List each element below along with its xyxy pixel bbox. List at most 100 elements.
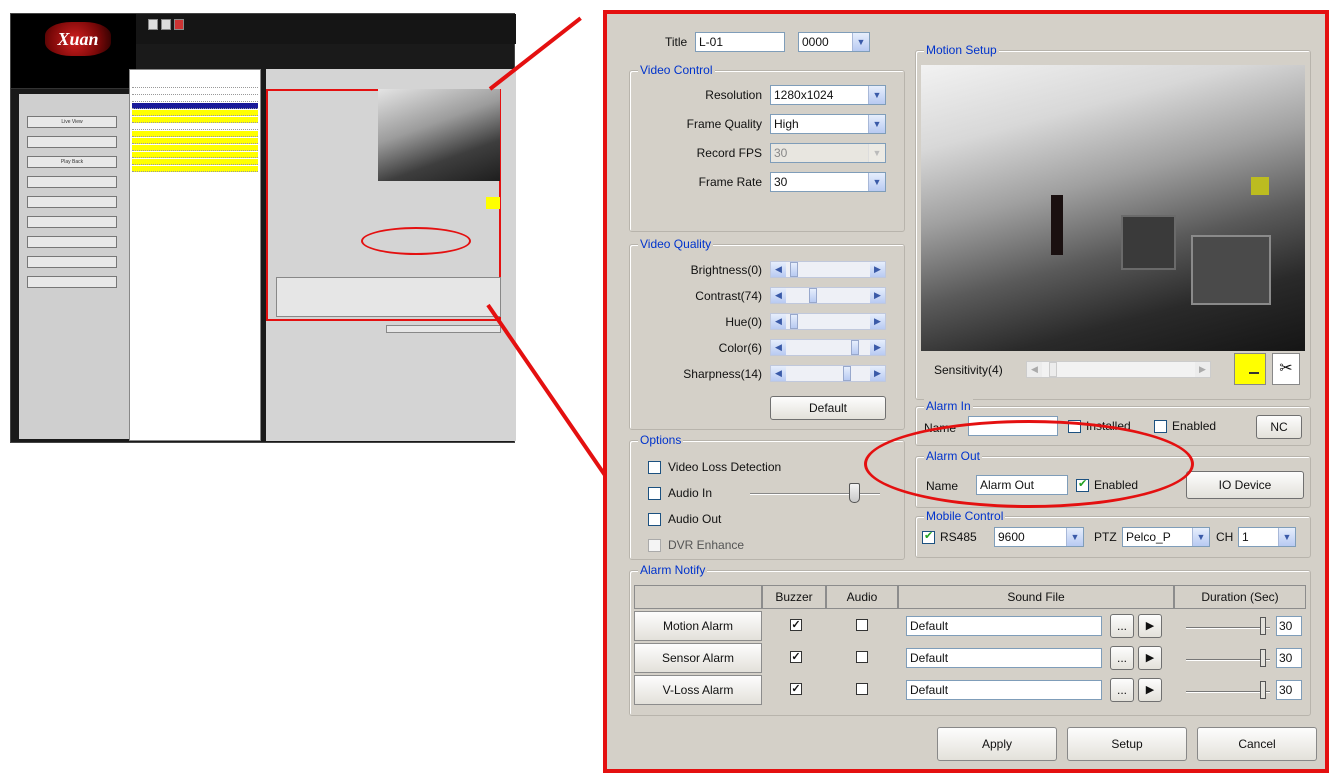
overview-nav-item[interactable] — [27, 196, 117, 208]
browse-button[interactable]: ... — [1110, 646, 1134, 670]
duration-slider-thumb[interactable] — [1260, 617, 1266, 635]
scissors-icon[interactable]: ✂ — [1272, 353, 1300, 385]
video-quality-thumb[interactable] — [851, 340, 859, 355]
duration-slider-track[interactable] — [1186, 691, 1270, 693]
browse-button[interactable]: ... — [1110, 614, 1134, 638]
overview-list-row[interactable] — [132, 117, 258, 123]
chevron-right-icon[interactable]: ▶ — [870, 366, 885, 381]
setup-button[interactable]: Setup — [1067, 727, 1187, 761]
chevron-left-icon[interactable]: ◀ — [771, 340, 786, 355]
buzzer-checkbox[interactable]: ✓ — [790, 651, 802, 663]
alarm-type-button[interactable]: V-Loss Alarm — [634, 675, 762, 705]
chevron-right-icon[interactable]: ▶ — [870, 262, 885, 277]
overview-list-row[interactable] — [132, 152, 258, 158]
buzzer-checkbox[interactable]: ✓ — [790, 683, 802, 695]
duration-slider-track[interactable] — [1186, 659, 1270, 661]
alarm-type-button[interactable]: Sensor Alarm — [634, 643, 762, 673]
video-loss-checkbox[interactable] — [648, 461, 661, 474]
duration-slider-thumb[interactable] — [1260, 681, 1266, 699]
overview-nav-item[interactable] — [27, 276, 117, 288]
ch-select[interactable]: 1 ▼ — [1238, 527, 1296, 547]
sound-file-input[interactable]: Default — [906, 616, 1102, 636]
play-icon[interactable]: ▶ — [1138, 678, 1162, 702]
overview-list-row[interactable] — [132, 159, 258, 165]
play-icon[interactable]: ▶ — [1138, 614, 1162, 638]
video-quality-thumb[interactable] — [790, 314, 798, 329]
toolbar-icon[interactable] — [148, 19, 158, 30]
audio-checkbox[interactable] — [856, 651, 868, 663]
chevron-right-icon[interactable]: ▶ — [870, 340, 885, 355]
chevron-right-icon[interactable]: ▶ — [870, 288, 885, 303]
overview-list-row[interactable] — [132, 145, 258, 151]
overview-list-row[interactable] — [132, 89, 258, 95]
overview-list-row[interactable] — [132, 103, 258, 109]
overview-list-row[interactable] — [132, 138, 258, 144]
overview-list-row[interactable] — [132, 124, 258, 130]
buzzer-checkbox[interactable]: ✓ — [790, 619, 802, 631]
alarm-in-enabled-checkbox[interactable] — [1154, 420, 1167, 433]
overview-nav-item[interactable] — [27, 256, 117, 268]
chevron-left-icon[interactable]: ◀ — [771, 262, 786, 277]
video-quality-slider[interactable]: ◀ ▶ — [770, 313, 886, 330]
overview-list-row[interactable] — [132, 166, 258, 172]
audio-in-checkbox[interactable] — [648, 487, 661, 500]
video-quality-thumb[interactable] — [843, 366, 851, 381]
overview-list-row[interactable] — [132, 131, 258, 137]
overview-nav-item[interactable] — [27, 136, 117, 148]
motion-draw-button[interactable] — [1234, 353, 1266, 385]
cancel-button[interactable]: Cancel — [1197, 727, 1317, 761]
dvr-enhance-checkbox[interactable] — [648, 539, 661, 552]
sensitivity-thumb[interactable] — [1049, 362, 1057, 377]
camera-preview[interactable] — [921, 65, 1305, 351]
video-control-select[interactable]: 1280x1024 ▼ — [770, 85, 886, 105]
io-device-button[interactable]: IO Device — [1186, 471, 1304, 499]
apply-button[interactable]: Apply — [937, 727, 1057, 761]
video-control-select[interactable]: 30 ▼ — [770, 172, 886, 192]
rs485-checkbox[interactable] — [922, 529, 935, 544]
title-input[interactable]: L-01 — [695, 32, 785, 52]
play-icon[interactable]: ▶ — [1138, 646, 1162, 670]
overview-list-row[interactable] — [132, 96, 258, 102]
chevron-left-icon[interactable]: ◀ — [771, 366, 786, 381]
duration-input[interactable]: 30 — [1276, 648, 1302, 668]
browse-button[interactable]: ... — [1110, 678, 1134, 702]
overview-list-row[interactable] — [132, 82, 258, 88]
sound-file-input[interactable]: Default — [906, 648, 1102, 668]
chevron-right-icon[interactable]: ▶ — [1195, 362, 1210, 377]
overview-nav-item[interactable] — [27, 236, 117, 248]
duration-input[interactable]: 30 — [1276, 616, 1302, 636]
default-button[interactable]: Default — [770, 396, 886, 420]
sensitivity-slider[interactable]: ◀ ▶ — [1026, 361, 1211, 378]
overview-nav-item[interactable] — [27, 176, 117, 188]
toolbar-icon[interactable] — [161, 19, 171, 30]
sound-file-input[interactable]: Default — [906, 680, 1102, 700]
chevron-right-icon[interactable]: ▶ — [870, 314, 885, 329]
baud-select[interactable]: 9600 ▼ — [994, 527, 1084, 547]
toolbar-icon[interactable] — [174, 19, 184, 30]
chevron-left-icon[interactable]: ◀ — [771, 288, 786, 303]
audio-out-checkbox[interactable] — [648, 513, 661, 526]
audio-checkbox[interactable] — [856, 619, 868, 631]
chevron-left-icon[interactable]: ◀ — [771, 314, 786, 329]
video-quality-slider[interactable]: ◀ ▶ — [770, 261, 886, 278]
video-control-select[interactable]: 30 ▼ — [770, 143, 886, 163]
video-quality-slider[interactable]: ◀ ▶ — [770, 287, 886, 304]
video-control-select[interactable]: High ▼ — [770, 114, 886, 134]
duration-slider-track[interactable] — [1186, 627, 1270, 629]
video-quality-thumb[interactable] — [790, 262, 798, 277]
video-quality-slider[interactable]: ◀ ▶ — [770, 365, 886, 382]
duration-slider-thumb[interactable] — [1260, 649, 1266, 667]
overview-list-row[interactable] — [132, 110, 258, 116]
overview-nav-item[interactable]: Play Back — [27, 156, 117, 168]
chevron-left-icon[interactable]: ◀ — [1027, 362, 1042, 377]
title-select[interactable]: 0000 ▼ — [798, 32, 870, 52]
ptz-select[interactable]: Pelco_P ▼ — [1122, 527, 1210, 547]
duration-input[interactable]: 30 — [1276, 680, 1302, 700]
overview-nav-item[interactable] — [27, 216, 117, 228]
nc-button[interactable]: NC — [1256, 415, 1302, 439]
audio-checkbox[interactable] — [856, 683, 868, 695]
alarm-type-button[interactable]: Motion Alarm — [634, 611, 762, 641]
video-quality-slider[interactable]: ◀ ▶ — [770, 339, 886, 356]
video-quality-thumb[interactable] — [809, 288, 817, 303]
audio-volume-thumb[interactable] — [849, 483, 860, 503]
